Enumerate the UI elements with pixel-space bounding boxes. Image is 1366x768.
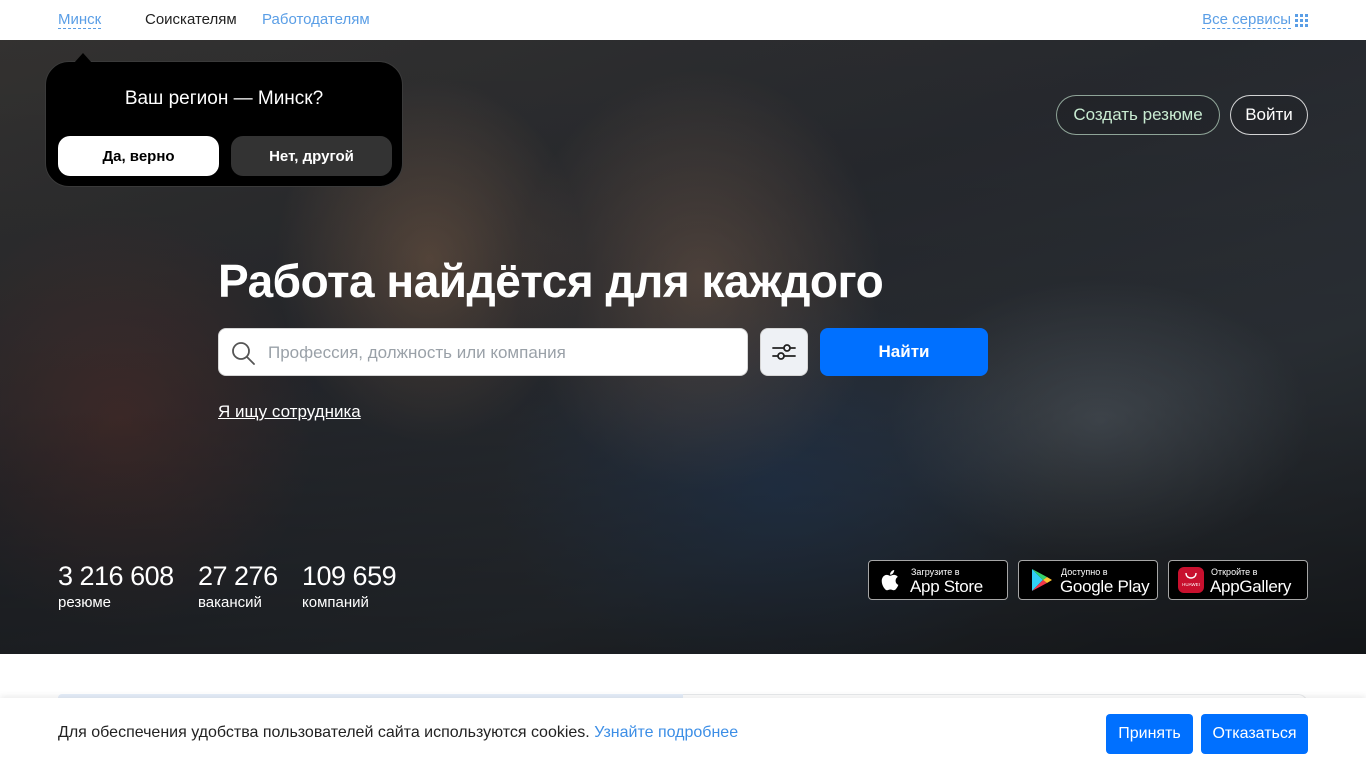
grid-icon (1295, 13, 1308, 27)
region-confirm-no-button[interactable]: Нет, другой (231, 136, 392, 176)
search-icon (232, 342, 255, 365)
search-box (218, 328, 748, 377)
nav-employers-link[interactable]: Работодателям (262, 11, 370, 28)
stat-value: 109 659 (302, 561, 397, 591)
app-store-badge[interactable]: Загрузите в App Store (868, 560, 1008, 600)
svg-text:HUAWEI: HUAWEI (1182, 582, 1200, 587)
cookie-learn-more-link[interactable]: Узнайте подробнее (594, 724, 738, 741)
badge-caption: Загрузите в (911, 567, 960, 577)
sliders-icon (772, 344, 796, 360)
apple-icon (881, 570, 899, 591)
badge-store-name: AppGallery (1210, 577, 1292, 596)
region-popup-title: Ваш регион — Минск? (124, 88, 324, 109)
cookie-banner: Для обеспечения удобства пользователей с… (0, 698, 1366, 768)
cookie-text: Для обеспечения удобства пользователей с… (58, 723, 738, 743)
all-services-link[interactable]: Все сервисы (1202, 11, 1308, 29)
login-button[interactable]: Войти (1230, 95, 1308, 135)
stat-label: резюме (58, 594, 111, 611)
stat-label: компаний (302, 594, 369, 611)
create-resume-button[interactable]: Создать резюме (1056, 95, 1220, 135)
stat-vacancies: 27 276 вакансий (198, 560, 278, 614)
find-button[interactable]: Найти (820, 328, 988, 376)
stat-resumes: 3 216 608 резюме (58, 560, 174, 614)
top-navigation: Минск Соискателям Работодателям Все серв… (0, 0, 1366, 40)
stat-value: 3 216 608 (58, 561, 174, 591)
search-input[interactable] (266, 329, 740, 377)
badge-store-name: Google Play (1060, 577, 1150, 596)
badge-caption: Доступно в (1061, 567, 1108, 577)
cookie-accept-button[interactable]: Принять (1106, 714, 1193, 754)
advanced-search-button[interactable] (760, 328, 808, 376)
hero-headline: Работа найдётся для каждого (218, 255, 884, 307)
region-confirm-popup: Ваш регион — Минск? Да, верно Нет, друго… (45, 53, 403, 187)
stat-companies: 109 659 компаний (302, 560, 397, 614)
badge-store-name: App Store (910, 577, 983, 596)
google-play-icon (1032, 569, 1052, 591)
employer-search-link[interactable]: Я ищу сотрудника (218, 402, 361, 422)
cookie-message: Для обеспечения удобства пользователей с… (58, 724, 590, 741)
region-confirm-yes-button[interactable]: Да, верно (58, 136, 219, 176)
stat-value: 27 276 (198, 561, 278, 591)
stat-label: вакансий (198, 594, 262, 611)
region-selector-link[interactable]: Минск (58, 11, 102, 29)
cookie-decline-button[interactable]: Отказаться (1201, 714, 1308, 754)
google-play-badge[interactable]: Доступно в Google Play (1018, 560, 1158, 600)
huawei-icon: HUAWEI (1178, 567, 1204, 593)
all-services-label: Все сервисы (1202, 11, 1291, 29)
nav-seekers-link[interactable]: Соискателям (145, 11, 237, 28)
app-gallery-badge[interactable]: HUAWEI Откройте в AppGallery (1168, 560, 1308, 600)
badge-caption: Откройте в (1211, 567, 1258, 577)
